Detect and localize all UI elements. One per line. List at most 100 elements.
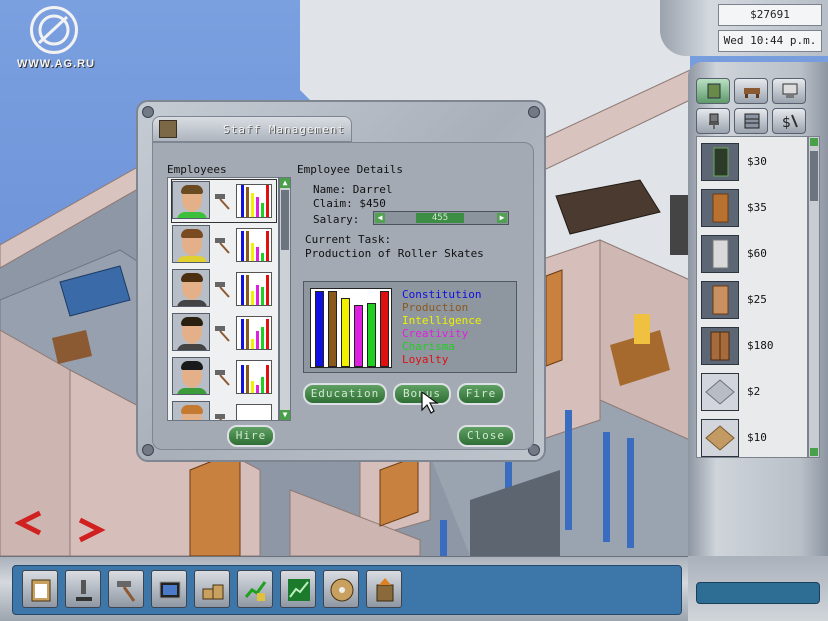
decrease-salary-icon[interactable]: ◀ xyxy=(375,213,385,223)
marketing-button[interactable] xyxy=(151,570,187,608)
scroll-thumb[interactable] xyxy=(810,151,818,201)
item-scrollbar[interactable] xyxy=(808,136,820,458)
status-panel: $27691 Wed 10:44 p.m. xyxy=(660,0,828,56)
category-computers-button[interactable] xyxy=(772,78,806,104)
minimap-panel xyxy=(688,556,828,621)
skill-bars xyxy=(236,360,272,394)
bolt-icon xyxy=(528,106,540,118)
list-item[interactable]: $30 xyxy=(701,141,801,183)
category-shelves-button[interactable] xyxy=(734,108,768,134)
logo-text: WWW.AG.RU xyxy=(16,58,96,70)
stat-label-charisma: Charisma xyxy=(402,340,455,353)
warehouse-boxes-icon xyxy=(202,584,224,600)
list-item[interactable]: $180 xyxy=(701,325,801,367)
list-item[interactable]: $10 xyxy=(701,417,801,459)
category-misc-button[interactable]: $ xyxy=(772,108,806,134)
time-readout: Wed 10:44 p.m. xyxy=(718,30,822,52)
skill-bars xyxy=(236,184,272,218)
employee-scrollbar[interactable]: ▲ ▼ xyxy=(279,177,291,421)
scroll-down-icon[interactable]: ▼ xyxy=(280,410,290,420)
employee-claim: Claim: $450 xyxy=(313,197,386,210)
current-task-value: Production of Roller Skates xyxy=(305,247,484,260)
education-button[interactable]: Education xyxy=(303,383,387,405)
stats-panel: Constitution Production Intelligence Creati… xyxy=(303,281,517,373)
item-price: $35 xyxy=(747,201,767,214)
bolt-icon xyxy=(142,444,154,456)
increase-salary-icon[interactable]: ▶ xyxy=(497,213,507,223)
skill-bar-constitution xyxy=(315,291,324,367)
scroll-thumb[interactable] xyxy=(281,190,289,250)
production-hammer-icon xyxy=(117,581,136,602)
current-task-label: Current Task: xyxy=(305,233,392,246)
staff-clipboard-icon xyxy=(159,120,177,138)
warehouse-button[interactable] xyxy=(194,570,230,608)
hire-button[interactable]: Hire xyxy=(227,425,275,447)
scroll-up-icon[interactable]: ▲ xyxy=(280,178,290,188)
category-desks-button[interactable] xyxy=(734,78,768,104)
stock-button[interactable] xyxy=(280,570,316,608)
item-list: $30 $35 $60 $25 $180 $2 $10 xyxy=(696,136,808,458)
avatar xyxy=(172,181,210,219)
list-item[interactable] xyxy=(172,400,276,420)
hammer-icon xyxy=(215,414,225,420)
hammer-icon xyxy=(215,238,230,254)
item-price: $60 xyxy=(747,247,767,260)
employee-details: Name: Darrel Claim: $450 Salary: ◀ 455 ▶… xyxy=(301,177,525,263)
category-chairs-button[interactable] xyxy=(696,108,730,134)
list-item[interactable]: $35 xyxy=(701,187,801,229)
staff-button[interactable] xyxy=(22,570,58,608)
close-button[interactable]: Close xyxy=(457,425,515,447)
skill-bar-production xyxy=(328,291,337,367)
bolt-icon xyxy=(142,106,154,118)
disc-button[interactable] xyxy=(323,570,359,608)
category-doors-button[interactable] xyxy=(696,78,730,104)
list-item[interactable] xyxy=(172,312,276,354)
list-item[interactable]: $25 xyxy=(701,279,801,321)
production-button[interactable] xyxy=(108,570,144,608)
hammer-icon xyxy=(215,370,230,386)
skill-bar-loyalty xyxy=(380,291,389,367)
building-button[interactable] xyxy=(366,570,402,608)
minimap-bar[interactable] xyxy=(696,582,820,604)
list-item[interactable] xyxy=(172,224,276,266)
employee-list xyxy=(167,177,279,421)
list-item[interactable] xyxy=(172,356,276,398)
hammer-icon xyxy=(215,282,230,298)
door-window-icon xyxy=(707,83,721,99)
employees-label: Employees xyxy=(167,163,227,176)
list-item[interactable] xyxy=(171,179,277,223)
stat-label-production: Production xyxy=(402,301,469,314)
item-price: $180 xyxy=(747,339,774,352)
stat-label-loyalty: Loyalty xyxy=(402,353,449,366)
marketing-tv-icon xyxy=(159,581,181,599)
skill-bars xyxy=(236,272,272,306)
svg-text:$: $ xyxy=(782,115,791,129)
skill-bars xyxy=(236,404,272,420)
employee-details-label: Employee Details xyxy=(297,163,403,176)
scroll-up-icon[interactable] xyxy=(810,138,818,146)
stat-label-constitution: Constitution xyxy=(402,288,482,301)
finance-button[interactable] xyxy=(237,570,273,608)
door-glass-icon xyxy=(701,143,739,181)
research-microscope-icon xyxy=(76,580,92,601)
build-panel: $ $30 $35 $60 $25 $180 $2 $10 xyxy=(688,62,828,621)
door-double-icon xyxy=(701,327,739,365)
fire-button[interactable]: Fire xyxy=(457,383,505,405)
skill-bars xyxy=(236,228,272,262)
staff-management-dialog: Staff Management Employees Employee Deta… xyxy=(136,100,546,462)
salary-slider[interactable]: ◀ 455 ▶ xyxy=(373,211,509,225)
hammer-icon xyxy=(215,326,230,342)
list-item[interactable] xyxy=(172,268,276,310)
skill-bars xyxy=(236,316,272,350)
skill-bar-creativity xyxy=(354,305,363,367)
salary-label: Salary: xyxy=(313,213,360,226)
door-panel-icon xyxy=(701,281,739,319)
avatar xyxy=(172,401,210,420)
research-button[interactable] xyxy=(65,570,101,608)
watermark-logo: WWW.AG.RU xyxy=(6,6,106,72)
scroll-down-icon[interactable] xyxy=(810,448,818,456)
list-item[interactable]: $2 xyxy=(701,371,801,413)
list-item[interactable]: $60 xyxy=(701,233,801,275)
dialog-title-bar: Staff Management xyxy=(152,116,352,142)
avatar xyxy=(172,313,210,351)
